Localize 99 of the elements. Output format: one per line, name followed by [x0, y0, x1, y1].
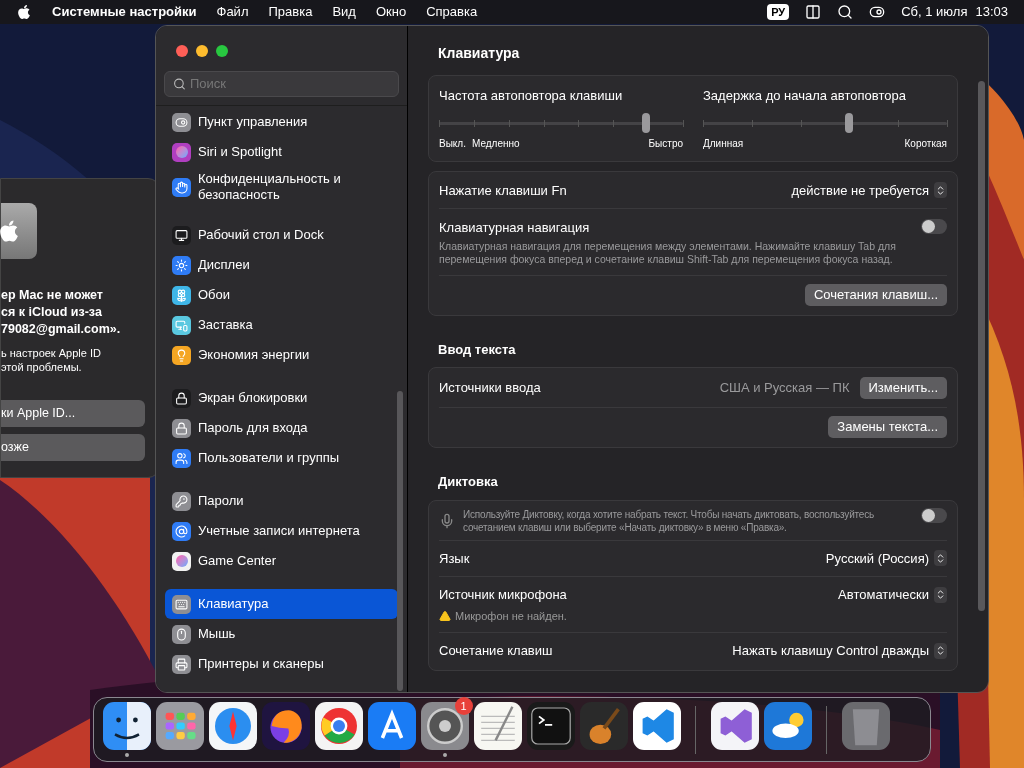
- menu-item[interactable]: Окно: [375, 2, 407, 22]
- slider-caption: Короткая: [904, 136, 947, 151]
- letter-a-icon[interactable]: [367, 702, 416, 750]
- popup-menu[interactable]: Автоматически: [838, 585, 947, 605]
- alert-message: этой проблемы.: [1, 360, 83, 374]
- running-indicator: [442, 753, 447, 757]
- dock-app[interactable]: 1: [416, 697, 473, 757]
- setting-value: США и Русская — ПК: [719, 379, 850, 398]
- input-source-indicator[interactable]: РУ: [767, 3, 790, 21]
- zoom-button[interactable]: [216, 45, 228, 57]
- slider-caption: Быстро: [648, 136, 683, 151]
- setting-label: Язык: [439, 549, 470, 568]
- smiling-face-icon[interactable]: [102, 702, 151, 750]
- setting-description: Клавиатурная навигация для перемещения между элементами. Нажимайте клавишу Tab для перемещения фокуса вперед и сочетание клавиш Shift-Tab для перемещения фокуса назад.: [439, 239, 897, 266]
- terminal-icon[interactable]: [526, 702, 575, 750]
- apple-logo-icon[interactable]: [16, 4, 32, 20]
- sidebar-item[interactable]: Пароль для входа: [165, 413, 398, 443]
- warning-text: Микрофон не найден.: [455, 608, 567, 624]
- sidebar-item[interactable]: Учетные записи интернета: [165, 516, 398, 546]
- notepad-icon[interactable]: [473, 702, 522, 750]
- minimize-button[interactable]: [196, 45, 208, 57]
- setting-description: Используйте Диктовку, когда хотите набрать текст. Чтобы начать диктовать, воспользуйтесь сочетанием клавиш или выберите «Начать диктовку» в меню «Правка».: [463, 507, 875, 534]
- setting-label: Источник микрофона: [439, 586, 567, 604]
- up-down-chevron-icon: [935, 184, 946, 196]
- action-button[interactable]: Сочетания клавиш...: [804, 283, 947, 306]
- alert-title: ер Mac не может: [1, 287, 104, 304]
- sidebar-item[interactable]: Принтеры и сканеры: [165, 649, 398, 679]
- apple-tile-icon: [1, 203, 37, 259]
- menu-item[interactable]: Вид: [332, 2, 356, 22]
- setting-label: Источники ввода: [439, 379, 541, 398]
- slider-label: Задержка до начала автоповтора: [703, 87, 907, 105]
- slider-label: Частота автоповтора клавиши: [439, 87, 624, 105]
- slider-thumb[interactable]: [642, 112, 651, 133]
- setting-label: Нажатие клавиши Fn: [439, 181, 567, 200]
- slider-thumb[interactable]: [845, 112, 854, 133]
- sidebar-item[interactable]: Пункт управления: [165, 107, 398, 137]
- popup-menu[interactable]: действие не требуется: [791, 180, 947, 200]
- up-down-chevron-icon: [935, 645, 946, 657]
- popup-menu[interactable]: Русский (Россия): [825, 548, 947, 568]
- sidebar-item[interactable]: Заставка: [165, 310, 398, 340]
- close-button[interactable]: [176, 45, 188, 57]
- alert-message: ь настроек Apple ID: [1, 346, 102, 360]
- slider-track[interactable]: [703, 111, 947, 134]
- guitar-icon[interactable]: [579, 702, 628, 750]
- alert-title: ся к iCloud из-за: [1, 304, 103, 321]
- sidebar-item[interactable]: Пользователи и группы: [165, 443, 398, 473]
- action-button[interactable]: Замены текста...: [828, 416, 947, 438]
- slider-caption: Выкл.: [439, 136, 466, 151]
- slider-caption: Медленно: [471, 136, 520, 151]
- sidebar-item[interactable]: Конфиденциальность и безопасность: [165, 167, 398, 207]
- sidebar-item[interactable]: Клавиатура: [165, 589, 398, 619]
- menu-time[interactable]: 13:03: [975, 2, 1008, 22]
- up-down-chevron-icon: [935, 589, 946, 601]
- sidebar-item[interactable]: Обои: [165, 280, 398, 310]
- action-button[interactable]: Изменить...: [859, 377, 947, 399]
- alert-button[interactable]: ки Apple ID...: [1, 400, 145, 427]
- scrollbar[interactable]: [397, 391, 403, 691]
- search-icon: [173, 77, 186, 91]
- cloud-icon[interactable]: [763, 702, 812, 750]
- toggle-switch[interactable]: [921, 507, 947, 523]
- menu-item[interactable]: Файл: [216, 2, 249, 22]
- sidebar-item[interactable]: Game Center: [165, 546, 398, 576]
- alert-button[interactable]: озже: [1, 434, 145, 461]
- menu-item[interactable]: Правка: [268, 2, 313, 22]
- notification-badge: 1: [454, 697, 473, 715]
- ring-browser-icon[interactable]: [314, 702, 363, 750]
- running-indicator: [124, 753, 129, 757]
- control-center-icon[interactable]: [869, 4, 886, 20]
- sidebar-item[interactable]: Siri и Spotlight: [165, 137, 398, 167]
- alert-title: 79082@gmail.com».: [1, 321, 122, 338]
- compass-icon[interactable]: [208, 702, 257, 750]
- menu-item[interactable]: Справка: [426, 2, 478, 22]
- search-field[interactable]: Поиск: [164, 71, 399, 97]
- search-input[interactable]: Поиск: [189, 74, 390, 94]
- sidebar-item[interactable]: Мышь: [165, 619, 398, 649]
- pane-title: Клавиатура: [438, 44, 521, 63]
- slider-track[interactable]: [439, 111, 683, 134]
- section-heading: Ввод текста: [438, 340, 517, 359]
- sidebar-item[interactable]: Экономия энергии: [165, 340, 398, 370]
- warning-icon: [439, 609, 451, 622]
- setting-label: Клавиатурная навигация: [439, 219, 591, 237]
- toggle-switch[interactable]: [921, 219, 947, 234]
- sidebar-item[interactable]: Рабочий стол и Dock: [165, 220, 398, 250]
- app-grid-icon[interactable]: [155, 702, 204, 750]
- sidebar-item[interactable]: Дисплеи: [165, 250, 398, 280]
- setting-label: Сочетание клавиш: [439, 642, 553, 660]
- app-menu[interactable]: Системные настройки: [52, 2, 197, 22]
- section-heading: Диктовка: [438, 473, 499, 491]
- menu-date[interactable]: Сб, 1 июля: [901, 2, 968, 22]
- windows-icon[interactable]: [805, 4, 822, 20]
- trash-icon[interactable]: [841, 702, 890, 750]
- sidebar-item[interactable]: Экран блокировки: [165, 383, 398, 413]
- code-editor-icon[interactable]: [632, 702, 681, 750]
- popup-menu[interactable]: Нажать клавишу Control дважды: [732, 641, 947, 661]
- search-icon[interactable]: [837, 4, 854, 20]
- up-down-chevron-icon: [935, 552, 946, 564]
- slider-caption: Длинная: [703, 136, 744, 151]
- sidebar-item[interactable]: Пароли: [165, 486, 398, 516]
- scrollbar[interactable]: [978, 81, 985, 611]
